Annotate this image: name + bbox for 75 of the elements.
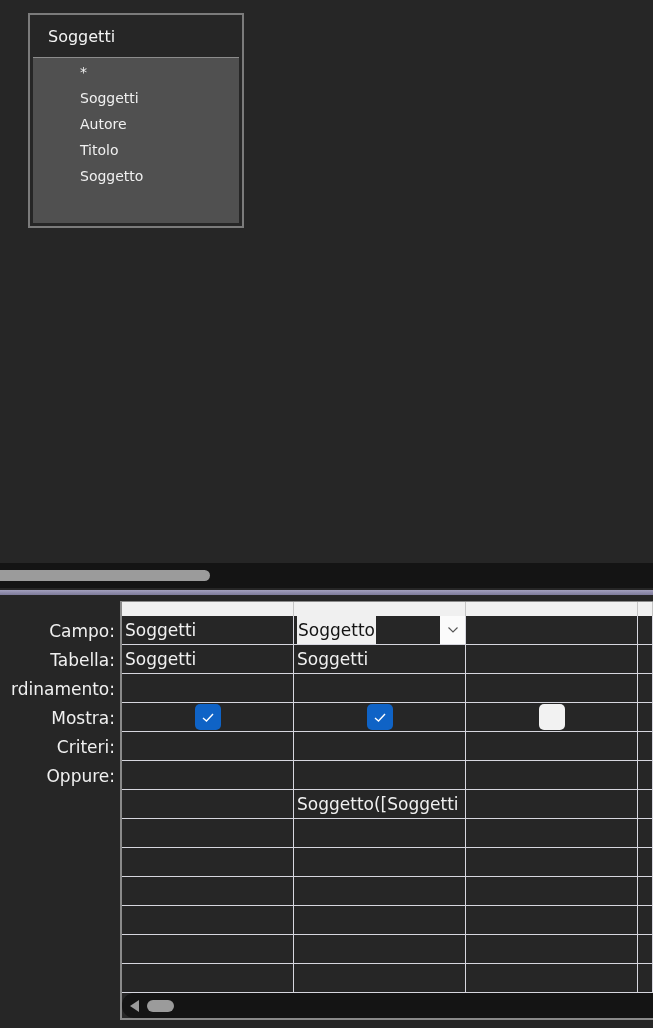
table-window[interactable]: Soggetti * Soggetti Autore Titolo Soggetto [28,13,244,228]
grid-cell[interactable] [638,732,653,761]
scrollbar-thumb[interactable] [147,999,174,1012]
grid-cell[interactable] [294,761,466,790]
grid-cell[interactable] [638,761,653,790]
checkbox[interactable] [194,704,221,730]
field-list-item[interactable]: Soggetto [80,163,144,189]
check-icon [201,712,214,722]
row-label: Mostra: [51,707,115,728]
grid-cell[interactable] [466,848,638,877]
row-label: Tabella: [50,649,115,670]
grid-cell[interactable] [466,906,638,935]
table-title: Soggetti [48,26,116,46]
grid-cell[interactable] [638,616,653,645]
row-label: Criteri: [56,736,115,757]
checkbox[interactable] [538,704,565,730]
grid-cell[interactable] [638,645,653,674]
grid-cell[interactable] [294,819,466,848]
grid-cell[interactable] [466,732,638,761]
grid-cell[interactable] [294,964,466,993]
grid-cell[interactable] [294,906,466,935]
row-label: Oppure: [46,765,115,786]
grid-cell[interactable] [294,674,466,703]
checkbox[interactable] [366,704,393,730]
grid-cell[interactable] [466,674,638,703]
grid-cell[interactable] [466,616,638,645]
row-label: rdinamento: [11,678,115,699]
row-label: Campo: [49,620,115,641]
combo-field[interactable]: Soggetto [294,616,466,645]
check-icon [373,712,386,722]
grid-cell[interactable]: Soggetti [122,645,294,674]
grid-cell[interactable] [466,761,638,790]
grid-cell[interactable] [122,964,294,993]
grid-cell[interactable] [638,964,653,993]
grid-cell[interactable] [638,848,653,877]
grid-cell[interactable] [122,935,294,964]
grid-cell[interactable] [294,703,466,732]
grid-cell[interactable] [466,645,638,674]
grid-cell[interactable] [466,703,638,732]
scroll-left-icon[interactable] [130,999,139,1012]
grid-cell[interactable] [638,703,653,732]
chevron-down-icon [447,627,458,633]
grid-cell[interactable] [466,790,638,819]
grid-cell[interactable] [122,877,294,906]
grid-cell[interactable] [122,906,294,935]
grid-cell[interactable] [122,732,294,761]
grid-cell[interactable] [122,848,294,877]
grid-cell[interactable] [638,790,653,819]
grid-cell[interactable] [122,819,294,848]
grid-cell[interactable]: Soggetti [294,645,466,674]
grid-cell[interactable] [294,848,466,877]
grid-cell[interactable] [638,877,653,906]
grid-cell[interactable] [466,819,638,848]
grid-cell[interactable] [122,790,294,819]
grid-cell[interactable] [122,674,294,703]
grid-cell[interactable] [638,935,653,964]
grid-cell[interactable] [122,761,294,790]
field-list-item[interactable]: * [80,59,87,85]
grid-cell[interactable] [638,906,653,935]
grid-cell[interactable] [466,877,638,906]
grid-cell[interactable]: Soggetto([Soggetti [294,790,466,819]
field-list-item[interactable]: Soggetti [80,85,139,111]
field-list-item[interactable]: Titolo [80,137,119,163]
grid-cell[interactable] [294,732,466,761]
grid-cell[interactable] [122,703,294,732]
grid-cell[interactable]: Soggetti [122,616,294,645]
grid-cell[interactable] [638,819,653,848]
selected-text: Soggetto [297,616,376,644]
grid-cell[interactable] [466,935,638,964]
grid-cell[interactable] [466,964,638,993]
scrollbar-thumb[interactable] [0,570,210,581]
grid-cell[interactable] [638,674,653,703]
grid-cell[interactable] [294,877,466,906]
field-list-item[interactable]: Autore [80,111,127,137]
grid-cell[interactable] [294,935,466,964]
